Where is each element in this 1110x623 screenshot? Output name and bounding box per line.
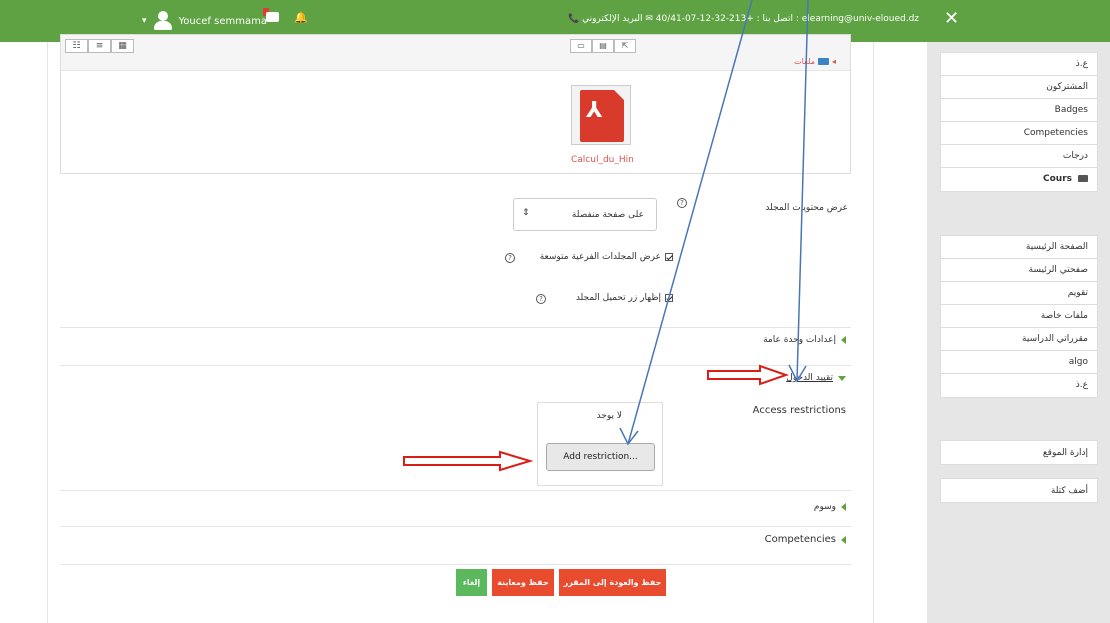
section-restrict-access[interactable]: تقييد الدخول: [786, 373, 846, 383]
sidebar-item-participants[interactable]: المشتركون: [941, 76, 1097, 99]
view-icons-button[interactable]: ▦: [111, 39, 134, 53]
expand-subfolders-row: عرض المجلدات الفرعية متوسعة: [540, 252, 673, 262]
breadcrumb-label: ملفات: [794, 57, 815, 66]
access-restrictions-label: Access restrictions: [752, 405, 846, 416]
sidebar-item-site-admin[interactable]: إدارة الموقع: [940, 440, 1098, 465]
divider: [60, 365, 851, 366]
divider: [60, 564, 851, 565]
collapsed-arrow-icon: [841, 503, 846, 511]
cancel-button[interactable]: إلغاء: [456, 569, 487, 596]
sidebar-item-grades[interactable]: درجات: [941, 145, 1097, 168]
display-select-value: على صفحة منفصلة: [571, 210, 644, 220]
folder-icon: [1078, 175, 1088, 182]
red-arrow-restrict: [707, 364, 790, 386]
content-border-left: [47, 42, 48, 623]
view-list-button[interactable]: ≡: [88, 39, 111, 53]
save-return-button[interactable]: حفظ والعودة إلى المقرر: [559, 569, 666, 596]
expanded-arrow-icon: [838, 375, 846, 381]
sidebar-item-course-short[interactable]: ع.ذ: [941, 53, 1097, 76]
pdf-file-thumbnail[interactable]: ⅄: [571, 85, 631, 145]
add-restriction-button[interactable]: Add restriction...: [546, 443, 655, 471]
view-tree-button[interactable]: ☷: [65, 39, 88, 53]
file-manager: ☷ ≡ ▦ ▭ ▤ ⇱ ملفات ◂ ⅄ Calcul_du_Hin: [60, 34, 851, 174]
help-icon[interactable]: ?: [536, 294, 546, 304]
chevron-down-icon: ▾: [142, 16, 147, 26]
sidebar-item-competencies[interactable]: Competencies: [941, 122, 1097, 145]
collapsed-arrow-icon: [841, 336, 846, 344]
sidebar-item-add-block[interactable]: أضف كتلة: [940, 478, 1098, 503]
file-action-buttons: ▭ ▤ ⇱: [570, 39, 636, 53]
file-manager-toolbar: ☷ ≡ ▦ ▭ ▤ ⇱ ملفات ◂: [61, 35, 850, 71]
red-arrow-add-button: [403, 450, 534, 472]
file-name[interactable]: Calcul_du_Hin: [571, 155, 634, 165]
section-tags-label: وسوم: [813, 502, 836, 512]
display-contents-label: عرض محتويات المجلد: [765, 203, 848, 213]
messages-icon[interactable]: [266, 12, 279, 22]
bell-icon[interactable]: 🔔: [294, 11, 308, 24]
display-select[interactable]: على صفحة منفصلة ⇕: [513, 198, 657, 231]
show-download-label: إظهار زر تحميل المجلد: [575, 293, 661, 303]
sidebar-item-algo[interactable]: algo: [941, 351, 1097, 374]
section-common-settings[interactable]: إعدادات وحدة عامة: [763, 335, 846, 345]
show-download-row: إظهار زر تحميل المجلد: [576, 293, 673, 303]
breadcrumb[interactable]: ملفات ◂: [794, 57, 836, 66]
new-folder-button[interactable]: ▤: [592, 39, 614, 53]
divider: [60, 526, 851, 527]
show-download-checkbox[interactable]: [665, 294, 673, 302]
no-restrictions-text: لا يوجد: [596, 411, 622, 421]
view-mode-buttons: ☷ ≡ ▦: [65, 39, 134, 53]
section-common-label: إعدادات وحدة عامة: [763, 335, 836, 345]
expand-subfolders-checkbox[interactable]: [665, 253, 673, 261]
download-all-button[interactable]: ▭: [570, 39, 592, 53]
contact-info: 📞 اتصل بنا : +213-32-12-07-40/41 ✉ البري…: [568, 14, 920, 24]
close-icon[interactable]: ✕: [944, 10, 959, 28]
help-icon[interactable]: ?: [677, 198, 687, 208]
add-file-button[interactable]: ⇱: [614, 39, 636, 53]
save-display-button[interactable]: حفظ ومعاينة: [492, 569, 554, 596]
section-restrict-label: تقييد الدخول: [786, 373, 833, 383]
restrictions-box: لا يوجد Add restriction...: [537, 402, 663, 486]
site-navigation-block: الصفحة الرئيسية صفحتي الرئيسة تقويم ملفا…: [940, 235, 1098, 398]
sidebar-item-badges[interactable]: Badges: [941, 99, 1097, 122]
username: Youcef semmama: [178, 15, 267, 27]
sidebar-item-dashboard[interactable]: صفحتي الرئيسة: [941, 259, 1097, 282]
sidebar-item-my-courses[interactable]: مقرراتي الدراسية: [941, 328, 1097, 351]
help-icon[interactable]: ?: [505, 253, 515, 263]
content-border-right: [873, 42, 874, 623]
divider: [60, 490, 851, 491]
divider: [60, 327, 851, 328]
course-navigation-block: ع.ذ المشتركون Badges Competencies درجات …: [940, 52, 1098, 192]
user-menu[interactable]: ▾ Youcef semmama: [142, 11, 267, 31]
sidebar-item-home[interactable]: الصفحة الرئيسية: [941, 236, 1097, 259]
section-competencies-label: Competencies: [764, 534, 836, 545]
sidebar-item-private-files[interactable]: ملفات خاصة: [941, 305, 1097, 328]
folder-icon: [817, 58, 829, 65]
select-arrow-icon: ⇕: [522, 208, 530, 218]
collapsed-arrow-icon: [841, 535, 846, 544]
section-tags[interactable]: وسوم: [814, 502, 846, 512]
chevron-right-icon: ◂: [831, 57, 836, 66]
expand-subfolders-label: عرض المجلدات الفرعية متوسعة: [539, 252, 661, 262]
avatar: [153, 11, 173, 31]
right-sidebar: ع.ذ المشتركون Badges Competencies درجات …: [927, 42, 1110, 623]
section-competencies[interactable]: Competencies: [765, 534, 846, 545]
acrobat-glyph: ⅄: [586, 98, 603, 123]
sidebar-item-cours[interactable]: Cours: [941, 168, 1097, 191]
sidebar-item-calendar[interactable]: تقويم: [941, 282, 1097, 305]
sidebar-item-cours-label: Cours: [1043, 174, 1072, 184]
sidebar-item-course-short-2[interactable]: ع.ذ: [941, 374, 1097, 397]
